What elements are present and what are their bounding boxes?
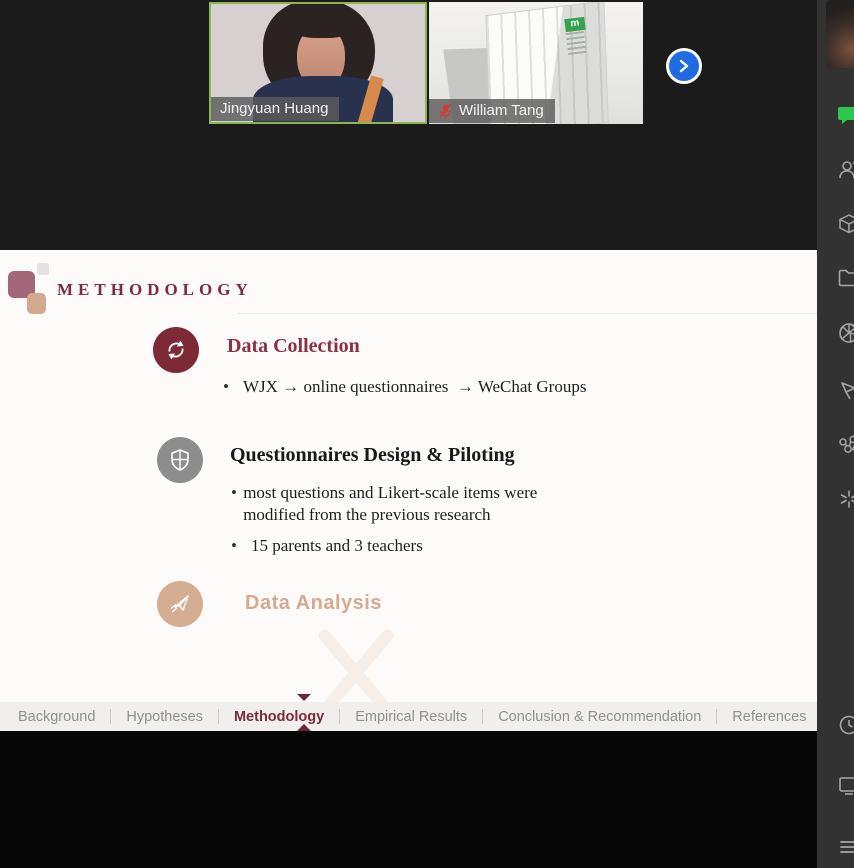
collaboration-icon[interactable] (837, 434, 854, 458)
mic-muted-icon (438, 103, 453, 119)
meeting-stage: Jingyuan Huang m William Tang (0, 0, 818, 868)
self-video-thumbnail[interactable] (826, 0, 854, 68)
participant-2-name: William Tang (459, 102, 544, 119)
participant-1-name: Jingyuan Huang (220, 100, 328, 117)
presentation-slide: METHODOLOGY Data Collection •WJX → onlin… (0, 250, 818, 702)
shield-icon (157, 437, 203, 483)
sync-arrows-icon (153, 327, 199, 373)
active-tab-marker-bottom (297, 724, 311, 731)
chat-bubble-icon[interactable] (837, 103, 854, 127)
building-logo: m (564, 17, 585, 32)
participant-video-tile-2[interactable]: m William Tang (429, 2, 643, 124)
folder-icon[interactable] (837, 266, 854, 290)
chevron-right-icon (678, 59, 690, 73)
next-videos-button[interactable] (666, 48, 702, 84)
whiteboard-icon[interactable] (837, 773, 854, 797)
tab-empirical-results[interactable]: Empirical Results (340, 709, 482, 725)
participant-1-name-tag: Jingyuan Huang (211, 97, 339, 121)
slide-section-nav: Background Hypotheses Methodology Empiri… (0, 702, 818, 731)
tab-conclusion-recommendation[interactable]: Conclusion & Recommendation (483, 709, 716, 725)
section-1-bullet-1: •WJX → online questionnaires → WeChat Gr… (223, 376, 586, 398)
effects-sparkle-icon[interactable] (837, 487, 854, 511)
section-2-heading: Questionnaires Design & Piloting (230, 444, 515, 467)
pointer-flag-icon[interactable] (837, 378, 854, 402)
slide-logo-square-2 (27, 293, 46, 314)
tab-methodology[interactable]: Methodology (219, 709, 339, 725)
section-3-heading: Data Analysis (245, 592, 382, 615)
meeting-window: Jingyuan Huang m William Tang (0, 0, 854, 868)
participant-video-tile-1[interactable]: Jingyuan Huang (209, 2, 427, 124)
apps-cube-icon[interactable] (837, 212, 854, 236)
tab-hypotheses[interactable]: Hypotheses (111, 709, 218, 725)
section-2-bullet-1: •most questions and Likert-scale items w… (231, 482, 576, 527)
record-icon[interactable] (837, 321, 854, 345)
more-menu-icon[interactable] (837, 835, 854, 859)
paper-plane-icon (157, 581, 203, 627)
timer-icon[interactable] (837, 713, 854, 737)
slide-title: METHODOLOGY (57, 280, 253, 300)
section-1-heading: Data Collection (227, 335, 360, 358)
slide-logo-square-3 (37, 263, 49, 275)
stage-lower-area (0, 731, 818, 868)
tab-background[interactable]: Background (3, 709, 110, 725)
participant-2-name-tag: William Tang (429, 99, 555, 123)
active-tab-marker-top (297, 694, 311, 701)
participants-icon[interactable] (837, 158, 854, 182)
meeting-toolbar (817, 0, 854, 868)
tab-references[interactable]: References (717, 709, 818, 725)
title-divider (238, 313, 818, 314)
slide-watermark (300, 618, 410, 702)
section-2-bullet-2: •15 parents and 3 teachers (231, 535, 423, 557)
